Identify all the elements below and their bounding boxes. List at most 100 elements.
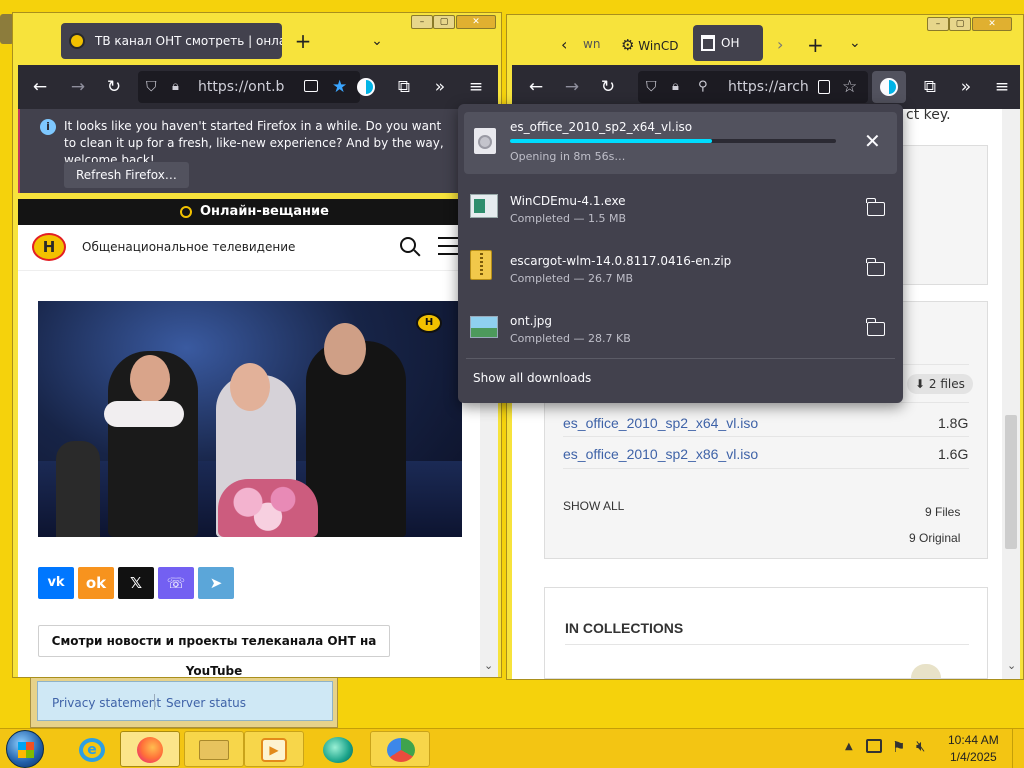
back-button[interactable]: ←: [26, 73, 54, 101]
forward-button[interactable]: →: [64, 73, 92, 101]
new-tab-button-right[interactable]: +: [807, 33, 824, 57]
left-browser-window: – ▢ ✕ ТВ канал ОНТ смотреть | онлайн + ⌄…: [12, 12, 502, 678]
right-scrollbar[interactable]: ⌄: [1002, 109, 1020, 679]
forward-button-right[interactable]: →: [558, 73, 586, 101]
download-item-escargot[interactable]: escargot-wlm-14.0.8117.0416-en.zip Compl…: [458, 238, 903, 298]
right-minimize-button[interactable]: –: [927, 17, 949, 31]
youtube-button[interactable]: Смотри новости и проекты телеканала ОНТ …: [38, 625, 390, 678]
download-name: ont.jpg: [510, 314, 553, 328]
open-folder-icon[interactable]: [866, 318, 885, 336]
reader-view-icon[interactable]: [818, 80, 830, 94]
right-scroll-thumb[interactable]: [1005, 415, 1017, 549]
tab-list-chevron-icon[interactable]: ⌄: [365, 29, 389, 53]
show-hidden-icons-icon[interactable]: ▲: [845, 741, 853, 752]
show-all-downloads-button[interactable]: Show all downloads: [473, 371, 591, 385]
site-title: Общенациональное телевидение: [82, 240, 296, 254]
vk-share-button[interactable]: vk: [38, 567, 74, 599]
server-status-link[interactable]: Server status: [166, 696, 246, 710]
files-badge[interactable]: ⬇︎ 2 files: [907, 374, 973, 394]
download-name: escargot-wlm-14.0.8117.0416-en.zip: [510, 254, 732, 268]
internet-explorer-icon: e: [79, 738, 105, 762]
open-folder-icon[interactable]: [866, 258, 885, 276]
clock-time[interactable]: 10:44 AM: [948, 733, 999, 747]
page-action-icon[interactable]: [304, 80, 318, 92]
extensions-puzzle-icon-right[interactable]: ⧉: [916, 73, 944, 101]
collections-heading: IN COLLECTIONS: [565, 620, 684, 636]
background-window-content: Privacy statement Server status: [37, 681, 333, 721]
file-link-x64[interactable]: es_office_2010_sp2_x64_vl.iso: [563, 415, 758, 431]
taskbar-firefox[interactable]: [120, 731, 180, 767]
x-share-button[interactable]: 𝕏: [118, 567, 154, 599]
gear-icon: ⚙: [621, 36, 635, 54]
scroll-down-arrow-icon[interactable]: ⌄: [484, 659, 493, 672]
collections-card: IN COLLECTIONS: [544, 587, 988, 679]
permissions-icon[interactable]: ⚲: [698, 71, 708, 103]
tab-list-chevron-icon-right[interactable]: ⌄: [849, 35, 861, 51]
download-item-ont-jpg[interactable]: ont.jpg Completed — 28.7 KB: [458, 298, 903, 358]
left-url-bar[interactable]: ⛉ 🔒︎ https://ont.b ★: [138, 71, 360, 103]
cancel-download-button[interactable]: ✕: [864, 129, 881, 153]
left-navbar: ← → ↻ ⛉ 🔒︎ https://ont.b ★ ⧉ » ≡: [18, 65, 498, 109]
privacy-extension-icon[interactable]: [352, 73, 380, 101]
show-desktop-button[interactable]: [1012, 729, 1024, 768]
viber-share-button[interactable]: ☏: [158, 567, 194, 599]
collection-thumbnail: [911, 664, 941, 678]
ok-share-button[interactable]: ok: [78, 567, 114, 599]
tab-wincd[interactable]: ⚙ WinCD: [621, 29, 689, 61]
new-tab-button[interactable]: +: [291, 29, 315, 53]
people-icon: [387, 738, 415, 762]
reload-button-right[interactable]: ↻: [594, 73, 622, 101]
bookmark-star-icon-right[interactable]: ☆: [842, 71, 857, 103]
taskbar-people[interactable]: [370, 731, 430, 767]
live-chevron-icon: ⌄: [310, 205, 320, 218]
right-scroll-down-icon[interactable]: ⌄: [1007, 659, 1016, 672]
overflow-chevrons-icon[interactable]: »: [426, 73, 454, 101]
refresh-firefox-button[interactable]: Refresh Firefox…: [64, 162, 189, 188]
download-item-wincdemu[interactable]: WinCDEmu-4.1.exe Completed — 1.5 MB: [458, 178, 903, 238]
reload-button[interactable]: ↻: [100, 73, 128, 101]
download-name: WinCDEmu-4.1.exe: [510, 194, 626, 208]
taskbar-media-player[interactable]: ▶: [244, 731, 304, 767]
firefox-refresh-notification: i It looks like you haven't started Fire…: [18, 109, 498, 193]
downloads-button[interactable]: [872, 71, 906, 103]
tab-scroll-left-icon[interactable]: ‹: [561, 35, 567, 54]
tab-wn[interactable]: wn: [583, 37, 600, 51]
network-icon[interactable]: [866, 739, 882, 753]
start-button[interactable]: [6, 730, 44, 768]
file-size-x64: 1.8G: [938, 415, 969, 431]
app-menu-icon[interactable]: ≡: [462, 73, 490, 101]
volume-muted-icon[interactable]: 🔇︎: [916, 737, 925, 755]
overflow-chevrons-icon-right[interactable]: »: [952, 73, 980, 101]
tab-scroll-right-icon[interactable]: ›: [777, 35, 783, 54]
left-minimize-button[interactable]: –: [411, 15, 433, 29]
left-close-button[interactable]: ✕: [456, 15, 496, 29]
download-item-active[interactable]: es_office_2010_sp2_x64_vl.iso Opening in…: [464, 112, 897, 174]
show-all-link[interactable]: SHOW ALL: [563, 499, 624, 513]
back-button-right[interactable]: ←: [522, 73, 550, 101]
tab-archive-active[interactable]: OH: [693, 25, 763, 61]
open-folder-icon[interactable]: [866, 198, 885, 216]
iso-file-icon: [474, 128, 496, 154]
file-link-x86[interactable]: es_office_2010_sp2_x86_vl.iso: [563, 446, 758, 462]
privacy-statement-link[interactable]: Privacy statement: [52, 696, 161, 710]
action-center-flag-icon[interactable]: ⚑: [892, 738, 905, 756]
right-close-button[interactable]: ✕: [972, 17, 1012, 31]
lock-icon-right: 🔒︎: [672, 79, 679, 94]
right-url-bar[interactable]: ⛉ 🔒︎ ⚲ https://arch ☆: [638, 71, 868, 103]
bookmark-star-icon[interactable]: ★: [332, 71, 347, 103]
telegram-share-button[interactable]: ➤: [198, 567, 234, 599]
taskbar-messenger[interactable]: [306, 731, 366, 767]
left-maximize-button[interactable]: ▢: [433, 15, 455, 29]
app-menu-icon-right[interactable]: ≡: [988, 73, 1016, 101]
clock-date[interactable]: 1/4/2025: [950, 750, 997, 764]
background-window: Privacy statement Server status: [30, 676, 338, 728]
ont-page: Н Общенациональное телевидение Н vk ok �: [18, 225, 480, 678]
ont-favicon-icon: [69, 33, 85, 49]
tab-ont[interactable]: ТВ канал ОНТ смотреть | онлайн: [61, 23, 282, 59]
live-broadcast-bar[interactable]: Онлайн-вещание ⌄: [18, 199, 498, 225]
feather-collar: [104, 401, 184, 427]
extensions-puzzle-icon[interactable]: ⧉: [390, 73, 418, 101]
right-maximize-button[interactable]: ▢: [949, 17, 971, 31]
taskbar-ie[interactable]: e: [60, 731, 120, 767]
taskbar-file-explorer[interactable]: [184, 731, 244, 767]
